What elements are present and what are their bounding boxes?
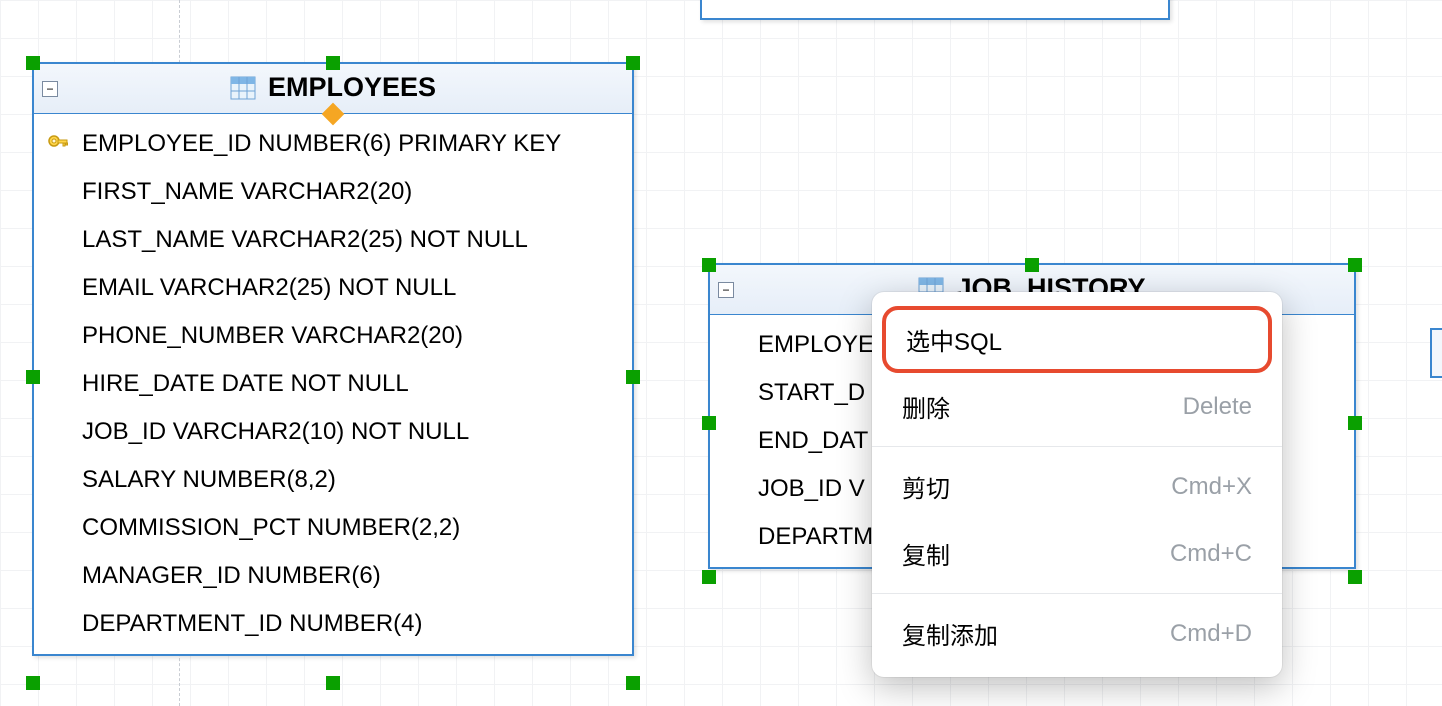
resize-handle[interactable] bbox=[702, 416, 716, 430]
column-text: END_DAT bbox=[758, 427, 868, 455]
column-text: JOB_ID VARCHAR2(10) NOT NULL bbox=[82, 418, 469, 446]
resize-handle[interactable] bbox=[626, 676, 640, 690]
column-row[interactable]: FIRST_NAME VARCHAR2(20) bbox=[34, 168, 632, 216]
column-text: FIRST_NAME VARCHAR2(20) bbox=[82, 178, 412, 206]
menu-item-shortcut: Cmd+X bbox=[1171, 473, 1252, 501]
column-text: EMPLOYEE_ID NUMBER(6) PRIMARY KEY bbox=[82, 130, 561, 158]
resize-handle[interactable] bbox=[1348, 416, 1362, 430]
menu-item-label: 复制 bbox=[902, 536, 950, 571]
menu-item-shortcut: Cmd+D bbox=[1170, 620, 1252, 648]
column-row[interactable]: DEPARTMENT_ID NUMBER(4) bbox=[34, 600, 632, 648]
resize-handle[interactable] bbox=[1348, 570, 1362, 584]
column-text: DEPARTMENT_ID NUMBER(4) bbox=[82, 610, 422, 638]
column-text: LAST_NAME VARCHAR2(25) NOT NULL bbox=[82, 226, 528, 254]
column-text: DEPARTM bbox=[758, 523, 873, 551]
column-text: HIRE_DATE DATE NOT NULL bbox=[82, 370, 409, 398]
column-text: COMMISSION_PCT NUMBER(2,2) bbox=[82, 514, 460, 542]
menu-separator bbox=[872, 593, 1282, 594]
resize-handle[interactable] bbox=[26, 676, 40, 690]
menu-item-label: 删除 bbox=[902, 389, 950, 424]
menu-item[interactable]: 复制添加 Cmd+D bbox=[872, 600, 1282, 667]
resize-handle[interactable] bbox=[1348, 258, 1362, 272]
column-row[interactable]: HIRE_DATE DATE NOT NULL bbox=[34, 360, 632, 408]
resize-handle[interactable] bbox=[26, 56, 40, 70]
entity-columns: EMPLOYEE_ID NUMBER(6) PRIMARY KEY FIRST_N… bbox=[34, 114, 632, 654]
entity-box-employees[interactable]: − EMPLOYEES EMPLOYEE_ID NUMBER(6) PRIMAR… bbox=[32, 62, 634, 656]
key-icon bbox=[44, 133, 72, 155]
column-text: EMPLOYE bbox=[758, 331, 874, 359]
resize-handle[interactable] bbox=[702, 258, 716, 272]
column-text: JOB_ID V bbox=[758, 475, 865, 503]
collapse-icon[interactable]: − bbox=[42, 81, 58, 97]
column-row[interactable]: EMAIL VARCHAR2(25) NOT NULL bbox=[34, 264, 632, 312]
column-row[interactable]: SALARY NUMBER(8,2) bbox=[34, 456, 632, 504]
column-text: START_D bbox=[758, 379, 865, 407]
column-row[interactable]: JOB_ID VARCHAR2(10) NOT NULL bbox=[34, 408, 632, 456]
column-row[interactable]: PHONE_NUMBER VARCHAR2(20) bbox=[34, 312, 632, 360]
menu-item-shortcut: Delete bbox=[1183, 393, 1252, 421]
entity-title: EMPLOYEES bbox=[268, 72, 436, 103]
resize-handle[interactable] bbox=[626, 56, 640, 70]
column-text: EMAIL VARCHAR2(25) NOT NULL bbox=[82, 274, 456, 302]
resize-handle[interactable] bbox=[702, 570, 716, 584]
entity-box-partial[interactable]: COLUMN_X VARCHAR2(2) DEFAULT dd bbox=[700, 0, 1170, 20]
resize-handle[interactable] bbox=[626, 370, 640, 384]
menu-item-label: 复制添加 bbox=[902, 616, 998, 651]
menu-separator bbox=[872, 446, 1282, 447]
menu-item-label: 剪切 bbox=[902, 469, 950, 504]
column-row[interactable]: COMMISSION_PCT NUMBER(2,2) bbox=[34, 504, 632, 552]
column-row: COLUMN_X VARCHAR2(2) DEFAULT dd bbox=[702, 0, 1168, 8]
column-text: PHONE_NUMBER VARCHAR2(20) bbox=[82, 322, 463, 350]
column-text: MANAGER_ID NUMBER(6) bbox=[82, 562, 381, 590]
menu-item[interactable]: 剪切 Cmd+X bbox=[872, 453, 1282, 520]
menu-item[interactable]: 复制 Cmd+C bbox=[872, 520, 1282, 587]
resize-handle[interactable] bbox=[1025, 258, 1039, 272]
resize-handle[interactable] bbox=[26, 370, 40, 384]
column-row[interactable]: EMPLOYEE_ID NUMBER(6) PRIMARY KEY bbox=[34, 120, 632, 168]
column-row[interactable]: MANAGER_ID NUMBER(6) bbox=[34, 552, 632, 600]
menu-item-shortcut: Cmd+C bbox=[1170, 540, 1252, 568]
context-menu[interactable]: 选中SQL 删除 Delete 剪切 Cmd+X 复制 Cmd+C 复制添加 Cmd+D bbox=[872, 292, 1282, 677]
menu-item-select-sql[interactable]: 选中SQL bbox=[882, 306, 1272, 373]
resize-handle[interactable] bbox=[326, 56, 340, 70]
collapse-icon[interactable]: − bbox=[718, 282, 734, 298]
menu-item[interactable]: 删除 Delete bbox=[872, 373, 1282, 440]
column-text: SALARY NUMBER(8,2) bbox=[82, 466, 336, 494]
entity-header[interactable]: − EMPLOYEES bbox=[34, 64, 632, 114]
table-icon bbox=[230, 76, 256, 100]
entity-box-fragment[interactable] bbox=[1430, 328, 1442, 378]
column-row[interactable]: LAST_NAME VARCHAR2(25) NOT NULL bbox=[34, 216, 632, 264]
resize-handle[interactable] bbox=[326, 676, 340, 690]
